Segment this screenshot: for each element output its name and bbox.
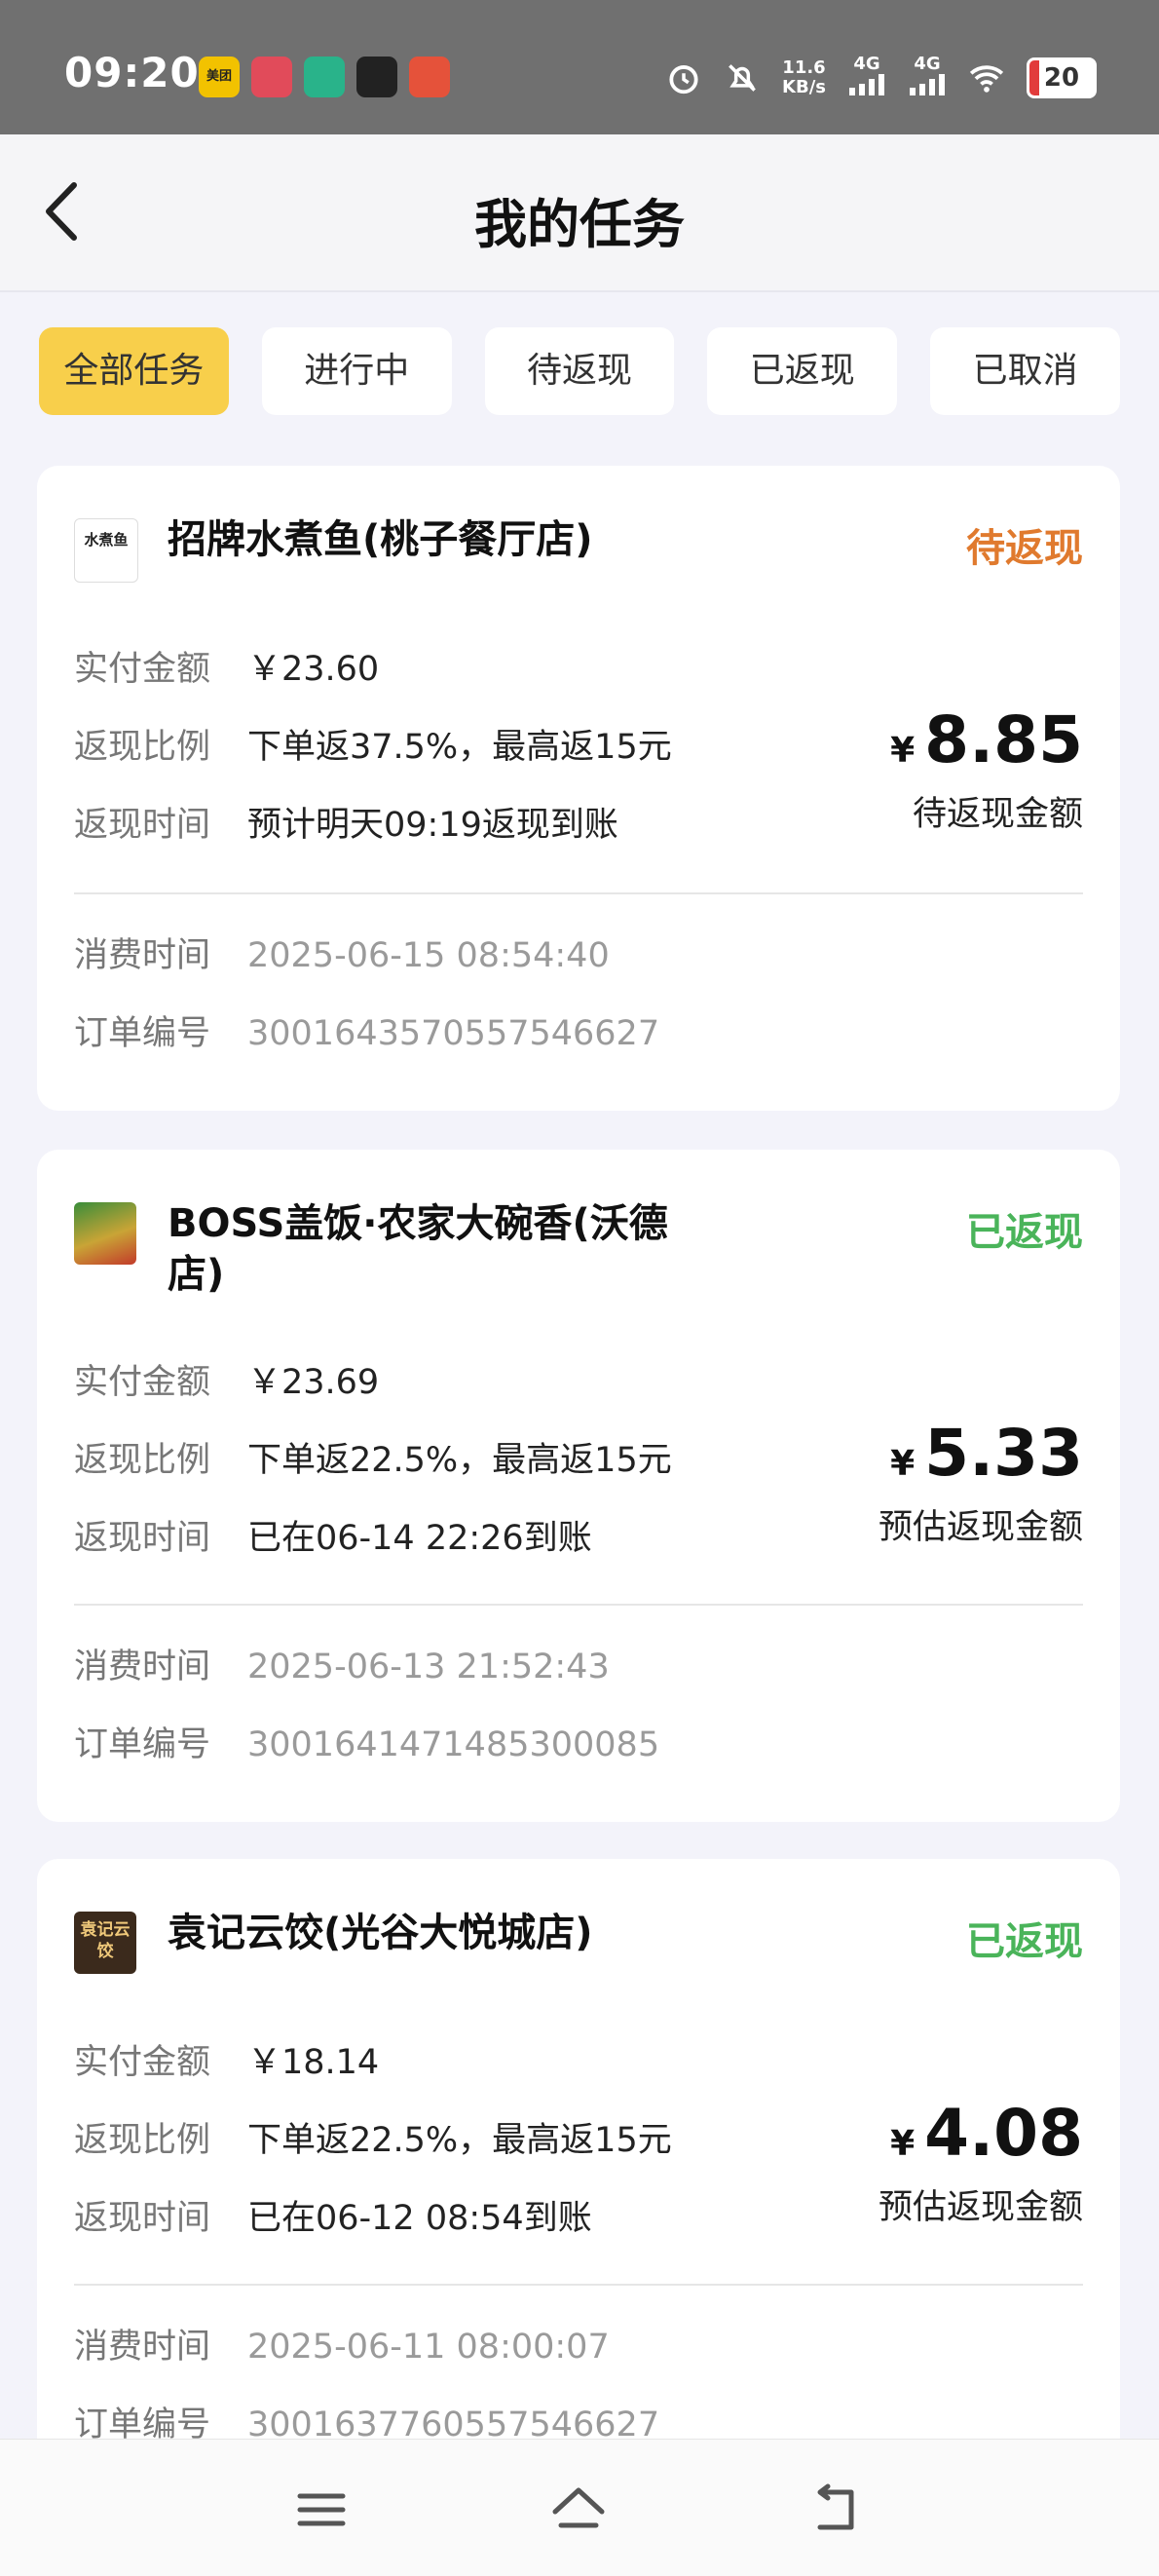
page-title: 我的任务 (474, 194, 685, 255)
consume-time-row: 消费时间 2025-06-13 21:52:43 (74, 1648, 610, 1686)
ratio-row: 返现比例 下单返37.5%，最高返15元 (74, 728, 672, 767)
signal-1: 4G (847, 55, 886, 100)
signal-2: 4G (908, 55, 947, 100)
shop-name: 袁记云饺(光谷大悦城店) (168, 1911, 593, 1955)
paid-row: 实付金额 ￥23.69 (74, 1363, 380, 1402)
cashback-time-row: 返现时间 已在06-14 22:26到账 (74, 1519, 592, 1558)
shop-logo: 袁记云饺 (74, 1912, 136, 1974)
shop-name: BOSS盖饭·农家大碗香(沃德店) (168, 1201, 668, 1297)
system-nav-bar (0, 2439, 1159, 2576)
divider (74, 892, 1083, 894)
tab-pending-cashback[interactable]: 待返现 (484, 327, 675, 415)
card-header: 袁记云饺 袁记云饺(光谷大悦城店) 已返现 (74, 1906, 1083, 1974)
tab-cancelled[interactable]: 已取消 (930, 327, 1120, 415)
menu-icon[interactable] (294, 2482, 349, 2537)
task-filter-tabs: 全部任务 进行中 待返现 已返现 已取消 (39, 327, 1120, 415)
cashback-time-row: 返现时间 预计明天09:19返现到账 (74, 806, 618, 845)
order-card[interactable]: BOSS盖饭·农家大碗香(沃德店) 已返现 实付金额 ￥23.69 返现比例 下单返… (37, 1150, 1120, 1822)
status-bar: 09:20 美团 11.6 KB/s 4G 4G 20 (0, 0, 1159, 134)
shop-logo: 水煮鱼 (74, 518, 138, 583)
home-icon[interactable] (551, 2482, 606, 2537)
mute-bell-icon (729, 63, 756, 92)
order-card[interactable]: 水煮鱼 招牌水煮鱼(桃子餐厅店) 待返现 实付金额 ￥23.60 返现比例 下单返3… (37, 466, 1120, 1111)
ratio-row: 返现比例 下单返22.5%，最高返15元 (74, 2121, 672, 2160)
paid-row: 实付金额 ￥23.60 (74, 650, 380, 689)
tab-all[interactable]: 全部任务 (39, 327, 229, 415)
cashback-amount: ¥8.85 待返现金额 (890, 702, 1083, 834)
alarm-icon (669, 64, 698, 94)
app-icon-5 (409, 57, 450, 97)
system-indicators: 11.6 KB/s 4G 4G 20 (665, 55, 1097, 100)
card-header: 水煮鱼 招牌水煮鱼(桃子餐厅店) 待返现 (74, 512, 1083, 583)
order-number-row: 订单编号 3001643570557546627 (74, 1014, 660, 1053)
cashback-amount: ¥4.08 预估返现金额 (878, 2096, 1083, 2227)
video-app-icon (304, 57, 345, 97)
consume-time-row: 消费时间 2025-06-11 08:00:07 (74, 2328, 610, 2367)
order-number-row: 订单编号 3001641471485300085 (74, 1725, 660, 1764)
cashback-amount: ¥5.33 预估返现金额 (878, 1416, 1083, 1547)
signal-bars-icon (910, 74, 945, 95)
wifi-icon (969, 64, 1004, 93)
qq-icon (356, 57, 397, 97)
shop-name: 招牌水煮鱼(桃子餐厅店) (168, 517, 593, 562)
tab-in-progress[interactable]: 进行中 (261, 327, 452, 415)
ratio-row: 返现比例 下单返22.5%，最高返15元 (74, 1441, 672, 1480)
divider (74, 2284, 1083, 2286)
meituan-app-icon: 美团 (199, 57, 240, 97)
paid-row: 实付金额 ￥18.14 (74, 2043, 380, 2082)
status-time: 09:20 (64, 49, 200, 96)
back-nav-icon[interactable] (808, 2482, 863, 2537)
signal-bars-icon (849, 74, 884, 95)
order-card[interactable]: 袁记云饺 袁记云饺(光谷大悦城店) 已返现 实付金额 ￥18.14 返现比例 下单返… (37, 1859, 1120, 2531)
cashback-time-row: 返现时间 已在06-12 08:54到账 (74, 2199, 592, 2238)
tab-cashback-done[interactable]: 已返现 (707, 327, 898, 415)
shop-logo (74, 1202, 136, 1265)
app-icon-2 (251, 57, 292, 97)
network-speed: 11.6 KB/s (782, 57, 826, 97)
divider (74, 1604, 1083, 1606)
notification-app-icons: 美团 (199, 57, 450, 97)
status-badge: 已返现 (966, 1919, 1083, 1964)
status-badge: 已返现 (966, 1210, 1083, 1255)
consume-time-row: 消费时间 2025-06-15 08:54:40 (74, 936, 610, 975)
page-header: 我的任务 (0, 134, 1159, 292)
card-header: BOSS盖饭·农家大碗香(沃德店) 已返现 (74, 1196, 1083, 1297)
battery-indicator: 20 (1027, 57, 1097, 98)
status-badge: 待返现 (966, 526, 1083, 571)
